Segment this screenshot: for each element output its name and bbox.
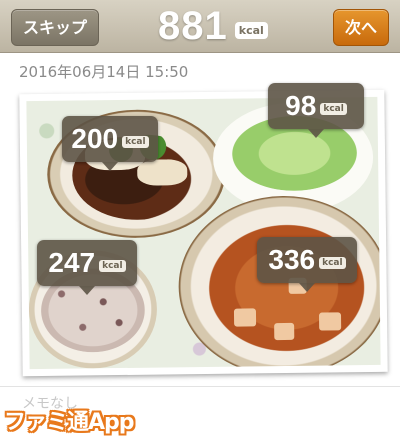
calorie-value: 247 xyxy=(48,247,96,278)
calorie-tag-rice[interactable]: 247 kcal xyxy=(37,240,137,295)
total-kcal-unit: kcal xyxy=(234,21,268,39)
total-kcal-value: 881 xyxy=(158,3,228,48)
calorie-unit: kcal xyxy=(319,257,346,269)
calorie-unit: kcal xyxy=(122,136,149,148)
next-button[interactable]: 次へ xyxy=(333,9,389,46)
tofu-cube xyxy=(318,312,342,331)
calorie-unit: kcal xyxy=(99,260,126,272)
calorie-value: 200 xyxy=(71,123,119,154)
entry-datetime: 2016年06月14日 15:50 xyxy=(19,63,189,81)
calorie-tag-cabbage[interactable]: 98 kcal xyxy=(268,83,364,138)
calorie-value: 336 xyxy=(268,244,316,275)
divider xyxy=(0,386,400,387)
calorie-tag-pork[interactable]: 200 kcal xyxy=(62,116,158,171)
tofu-cube xyxy=(274,322,295,341)
top-bar: スキップ 881 kcal 次へ xyxy=(0,0,400,53)
tofu-cube xyxy=(233,308,257,327)
calorie-tag-mapo-tofu[interactable]: 336 kcal xyxy=(257,237,357,292)
calorie-unit: kcal xyxy=(320,103,347,115)
total-calories: 881 kcal xyxy=(158,2,268,50)
calorie-value: 98 xyxy=(285,90,317,121)
skip-button[interactable]: スキップ xyxy=(11,9,99,46)
watermark-logo: ファミ通App xyxy=(4,410,135,435)
